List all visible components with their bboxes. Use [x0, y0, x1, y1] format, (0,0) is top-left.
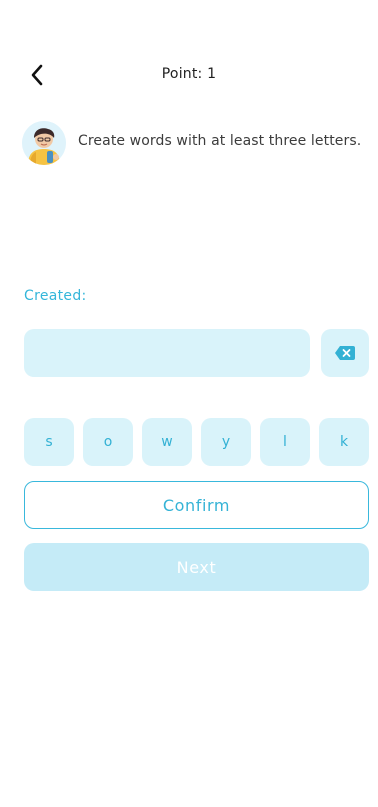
game-screen: Point: 1 Create words with at least thre… — [0, 0, 378, 807]
page-title: Point: 1 — [161, 66, 217, 82]
letter-key-y[interactable]: y — [201, 418, 251, 466]
header: Point: 1 — [0, 54, 378, 94]
backspace-icon — [335, 346, 355, 360]
letter-key-s[interactable]: s — [24, 418, 74, 466]
letter-keys: s o w y l k — [24, 418, 369, 466]
instruction-text: Create words with at least three letters… — [78, 133, 362, 149]
delete-letter-button[interactable] — [321, 329, 369, 377]
letter-key-o[interactable]: o — [83, 418, 133, 466]
created-word-field — [24, 329, 310, 377]
confirm-button[interactable]: Confirm — [24, 481, 369, 529]
instruction-row: Create words with at least three letters… — [22, 121, 372, 165]
child-avatar-icon — [22, 121, 66, 165]
created-label: Created: — [24, 288, 87, 304]
next-button[interactable]: Next — [24, 543, 369, 591]
letter-key-k[interactable]: k — [319, 418, 369, 466]
letter-key-l[interactable]: l — [260, 418, 310, 466]
letter-key-w[interactable]: w — [142, 418, 192, 466]
